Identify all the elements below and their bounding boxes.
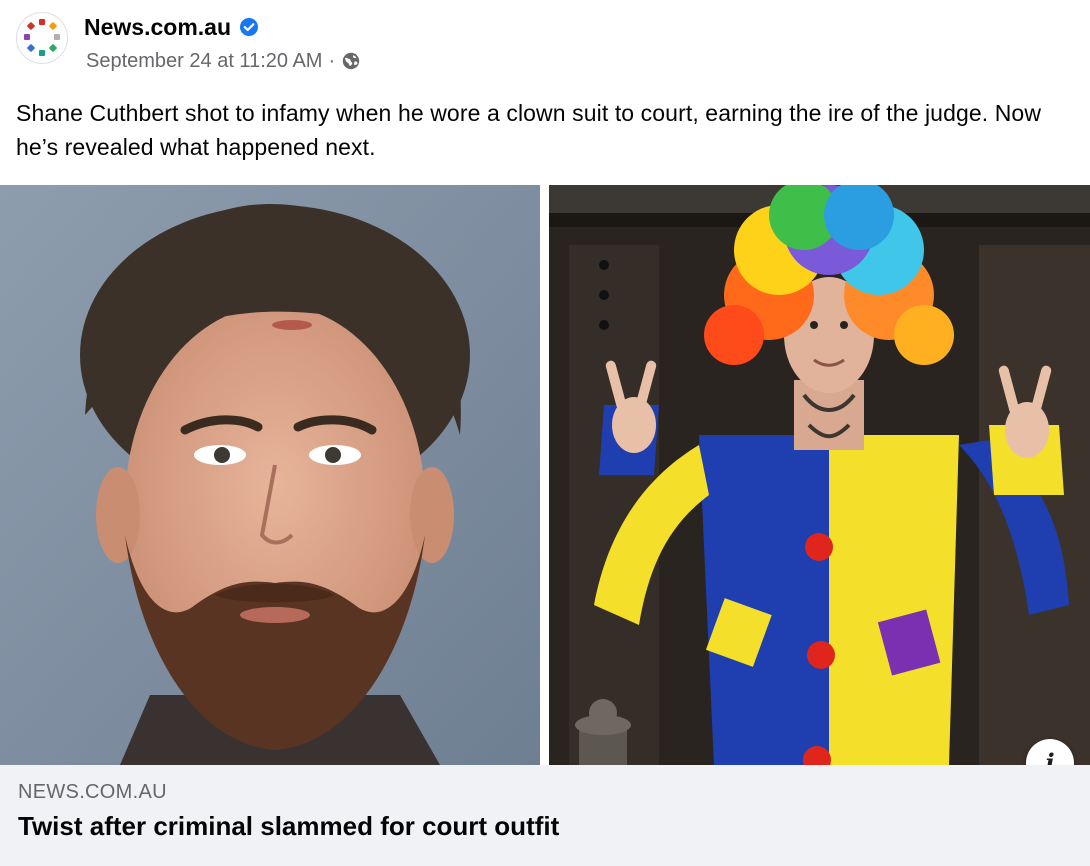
- link-headline[interactable]: Twist after criminal slammed for court o…: [18, 811, 559, 842]
- mugshot-photo: [0, 185, 540, 765]
- news-logo-icon: [24, 19, 60, 56]
- globe-icon[interactable]: [341, 51, 361, 71]
- post-media-link[interactable]: [0, 185, 1090, 765]
- post-header: News.com.au September 24 at 11:20 AM ·: [16, 10, 1074, 76]
- post-meta: September 24 at 11:20 AM ·: [86, 48, 361, 74]
- clown-suit-photo: [549, 185, 1090, 765]
- page-name-row: News.com.au: [84, 12, 259, 42]
- post-caption: Shane Cuthbert shot to infamy when he wo…: [16, 100, 1042, 160]
- meta-separator: ·: [328, 50, 336, 72]
- post-timestamp[interactable]: September 24 at 11:20 AM: [86, 48, 322, 74]
- photo-divider: [540, 185, 549, 765]
- facebook-post: News.com.au September 24 at 11:20 AM · S…: [0, 0, 1090, 866]
- link-domain: NEWS.COM.AU: [18, 781, 167, 803]
- link-preview[interactable]: NEWS.COM.AU Twist after criminal slammed…: [0, 765, 1090, 866]
- page-name-link[interactable]: News.com.au: [84, 12, 231, 42]
- page-avatar[interactable]: [16, 12, 68, 64]
- verified-badge-icon: [240, 18, 258, 36]
